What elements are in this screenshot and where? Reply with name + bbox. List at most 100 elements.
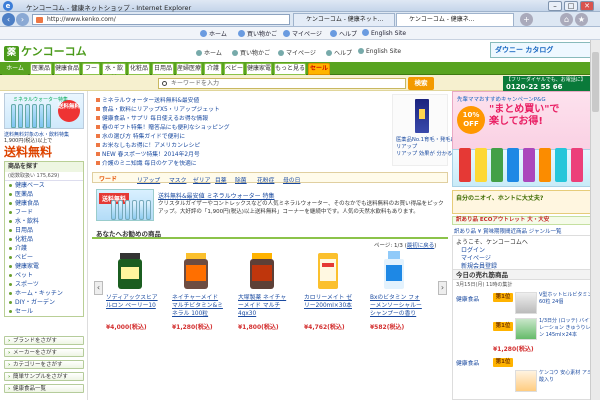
category-item[interactable]: セール [5,307,83,316]
riup-product-image[interactable]: 医薬品No.1育毛・発毛に リアップ リアップ 効果が 分かる！ [392,94,458,166]
header-link-english[interactable]: English Site [358,48,401,55]
sample-search-button[interactable]: 簡単サンプルをさがす [4,372,84,381]
fav-mypage[interactable]: マイページ [283,29,322,38]
news-link[interactable]: NEW 春スポーツ特集！2014年2月号 [96,149,200,158]
category-item[interactable]: 健康家電 [5,262,83,271]
category-item[interactable]: DIY・ガーデン [5,298,83,307]
category-item[interactable]: ペット [5,271,83,280]
news-link[interactable]: 食品・飲料にリアップX5・リアップジェット [96,104,220,113]
category-search-button[interactable]: カテゴリーをさがす [4,360,84,369]
category-item[interactable]: 健康食品 [5,199,83,208]
star-icon[interactable]: ★ [575,13,588,26]
search-input[interactable]: キーワードを入力 [158,78,406,89]
minimize-button[interactable]: – [548,1,562,11]
category-item[interactable]: 化粧品 [5,235,83,244]
nav-tab-home[interactable]: ホーム [2,63,28,75]
rank-category[interactable]: 健康食品 [456,358,479,367]
header-link-mypage[interactable]: マイページ [278,48,316,57]
product-image[interactable] [378,251,410,291]
product-name[interactable]: ソディアックスヒアルロン ベーリー10 [106,294,158,310]
pagination-first-link[interactable]: 最初に戻る [407,243,435,249]
fav-english[interactable]: English Site [362,29,406,37]
health-food-list-button[interactable]: 健康食品一覧 [4,384,84,393]
news-link[interactable]: 介護のミニ知識 毎日のケアを快適に [96,158,197,167]
product-card[interactable]: ネイチャーメイド マルチビタミン&ミネラル 100粒 ¥1,280(税込) [172,251,223,351]
product-image[interactable] [114,251,146,291]
nav-tab-drinks[interactable]: 水・飲料 [102,63,126,82]
tab-2[interactable]: ケンコーコム - 健康ネ... [396,13,514,26]
fav-cart[interactable]: 買い物かご [238,29,277,38]
product-name[interactable]: Bxのビタミン フォーメンソーシャルーシャンプーの香り [370,294,422,318]
product-card[interactable]: ソディアックスヒアルロン ベーリー10 ¥4,000(税込) [106,251,158,351]
nav-tab-baby[interactable]: ベビー [224,63,244,75]
water-banner[interactable]: ミネラルウォーター特集 送料無料 [4,93,84,129]
back-button[interactable]: ‹ [2,13,15,26]
nav-tab-daily[interactable]: 日用品 [152,63,174,75]
keyword-link[interactable]: 母の日 [283,175,300,184]
close-button[interactable]: ✕ [580,1,594,11]
header-link-help[interactable]: ヘルプ [326,48,352,57]
keyword-link[interactable]: リアップ [137,175,160,184]
product-name[interactable]: カロリーメイト ゼリー200ml×30本 [304,294,356,310]
new-tab-icon[interactable]: + [520,13,533,26]
forward-button[interactable]: › [16,13,29,26]
home-icon[interactable]: ⌂ [560,13,573,26]
outlet-link[interactable]: 訳あり品 ¥ 賞味期限間近商品 ジャンル一覧 [454,227,561,235]
nav-tab-medicine[interactable]: 医薬品 [30,63,52,75]
nav-tab-cosmetics[interactable]: 化粧品 [128,63,150,75]
category-item[interactable]: 健康ベース [5,181,83,190]
category-item[interactable]: 日用品 [5,226,83,235]
category-item[interactable]: ホーム・キッチン [5,289,83,298]
keyword-link[interactable]: マスク [169,175,186,184]
page-scrollbar[interactable] [590,40,600,400]
product-card[interactable]: 大塚製薬 ネイチャーメイド マルチ 4gx30 ¥1,800(税込) [238,251,288,351]
rank-category[interactable]: 健康食品 [456,294,479,303]
nav-tab-appliance[interactable]: 健康家電 [246,63,272,75]
nav-tab-care[interactable]: 介護 [204,63,222,75]
scrollbar-thumb[interactable] [592,52,599,112]
product-card[interactable]: カロリーメイト ゼリー200ml×30本 ¥4,762(税込) [304,251,354,351]
url-input[interactable]: http://www.kenko.com/ [32,14,290,25]
category-item[interactable]: ベビー [5,253,83,262]
mypage-link[interactable]: マイページ [453,255,597,263]
product-card[interactable]: Bxのビタミン フォーメンソーシャルーシャンプーの香り ¥582(税込) [370,251,422,351]
keyword-link[interactable]: 花粉症 [257,175,274,184]
product-name[interactable]: 大塚製薬 ネイチャーメイド マルチ 4gx30 [238,294,290,318]
maximize-button[interactable]: □ [564,1,578,11]
category-item[interactable]: スポーツ [5,280,83,289]
news-link[interactable]: お米なしもお得に！アメリカンレシピ [96,140,200,149]
nav-tab-medical[interactable]: 産婦医療 [176,63,202,75]
news-link[interactable]: 春のギフト特集！贈答品にも便利なショッピング [96,122,230,131]
header-link-cart[interactable]: 買い物かご [232,48,270,57]
detergent-banner[interactable] [452,148,598,187]
category-item[interactable]: 介護 [5,244,83,253]
brand-search-button[interactable]: ブランドをさがす [4,336,84,345]
water-promo-image[interactable]: 送料無料 [96,189,154,221]
rank-product-image[interactable] [515,318,537,340]
fav-home[interactable]: ホーム [200,29,227,38]
search-button[interactable]: 検索 [408,77,434,90]
odor-banner[interactable]: 自分のニオイ、ホントに大丈夫? [452,190,598,214]
rank-product-image[interactable] [515,370,537,392]
maker-search-button[interactable]: メーカーをさがす [4,348,84,357]
rank-product-name[interactable]: V型ホットヒルビタミン 60粒 24個 [539,292,597,306]
rank-product-image[interactable] [515,292,537,314]
keyword-link[interactable]: 目薬 [215,175,227,184]
news-link[interactable]: 健康食品・サプリ 毎日使えるお得な情報 [96,113,208,122]
header-link-home[interactable]: ホーム [196,48,222,57]
nav-tab-health-food[interactable]: 健康食品 [54,63,80,75]
category-item[interactable]: 医薬品 [5,190,83,199]
news-link[interactable]: 水の選び方 特集ガイドで便利に [96,131,185,140]
category-item[interactable]: フード [5,208,83,217]
nav-tab-sale[interactable]: セール [308,63,330,75]
nav-tab-food[interactable]: フード [82,63,100,82]
next-arrow-button[interactable]: › [438,281,447,295]
catalog-banner[interactable]: ダウニー カタログ [490,42,596,58]
login-link[interactable]: ログイン [453,247,597,255]
promo-title[interactable]: 送料無料&最安値 ミネラルウォーター 特集 [158,191,275,200]
fav-help[interactable]: ヘルプ [330,29,357,38]
news-link[interactable]: ミネラルウォーター送料無料&最安値 [96,95,199,104]
nav-tab-more[interactable]: もっと見る [274,63,306,75]
outlet-banner[interactable]: 訳あり品 ECOアウトレット 大・大安 [452,216,598,225]
keyword-link[interactable]: 除菌 [235,175,247,184]
